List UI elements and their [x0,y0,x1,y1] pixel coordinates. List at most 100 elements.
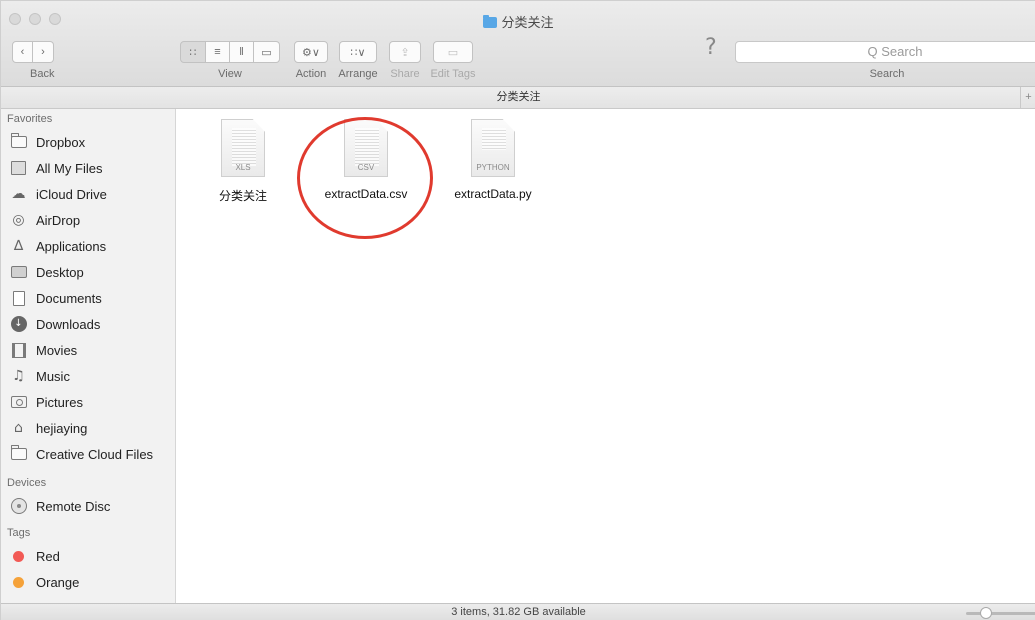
sidebar-item-label: Desktop [36,264,84,280]
back-label: Back [30,68,55,80]
folder-icon [10,445,27,463]
highlight-circle [297,117,433,239]
edit-tags-label: Edit Tags [430,68,476,80]
desktop-icon [10,264,27,281]
window-title: 分类关注 [1,12,1035,31]
tag-icon: ▭ [447,46,459,59]
list-icon: ≡ [214,46,221,58]
coverflow-icon: ▭ [261,46,272,59]
path-bar: 分类关注 + [1,87,1035,109]
sidebar-item-applications[interactable]: ∆ Applications [1,233,175,259]
help-icon[interactable]: ? [705,35,717,60]
sidebar-item-tag-red[interactable]: Red [1,543,175,569]
grid-icon: ∷ [189,46,197,59]
window-title-text: 分类关注 [501,15,554,30]
file-ext: XLS [235,163,251,172]
sidebar: Favorites Dropbox All My Files ☁ iCloud … [1,109,176,603]
xls-file-icon: XLS [221,119,265,177]
edit-tags-button[interactable]: ▭ [433,41,473,63]
tags-header: Tags [7,527,31,539]
sidebar-item-all-my-files[interactable]: All My Files [1,155,175,181]
status-text: 3 items, 31.82 GB available [451,606,586,618]
sidebar-item-tag-orange[interactable]: Orange [1,569,175,595]
sidebar-item-label: Creative Cloud Files [36,446,154,462]
back-button[interactable]: ‹ [12,41,33,63]
cloud-icon: ☁ [11,186,26,202]
sidebar-item-label: Music [36,368,70,384]
sidebar-item-desktop[interactable]: Desktop [1,259,175,285]
disc-icon [10,498,27,515]
icon-size-slider-knob[interactable] [980,607,992,619]
applications-icon: ∆ [13,238,24,254]
airdrop-icon: ◎ [12,212,25,228]
sidebar-item-documents[interactable]: Documents [1,285,175,311]
sidebar-item-music[interactable]: ♫ Music [1,363,175,389]
arrange-group: ∷∨ [339,41,377,63]
search-label: Search [869,68,905,80]
icon-view-button[interactable]: ∷ [180,41,206,63]
arrange-icon: ∷∨ [350,46,366,59]
home-icon: ⌂ [14,420,23,436]
file-name: extractData.py [454,187,532,201]
folder-icon [10,133,27,151]
share-group: ⇪ [389,41,421,63]
share-icon: ⇪ [400,46,410,59]
sidebar-item-downloads[interactable]: ↓ Downloads [1,311,175,337]
python-file-icon: PYTHON [471,119,515,177]
sidebar-item-label: All My Files [36,160,103,176]
sidebar-item-remote-disc[interactable]: Remote Disc [1,493,175,519]
view-buttons: ∷ ≡ ‖ ▭ [180,41,280,63]
sidebar-item-label: Red [36,548,60,564]
folder-icon [483,15,498,28]
gear-icon: ⚙∨ [302,46,320,59]
favorites-header: Favorites [7,113,53,125]
share-button[interactable]: ⇪ [389,41,421,63]
sidebar-item-airdrop[interactable]: ◎ AirDrop [1,207,175,233]
sidebar-item-label: Applications [36,238,107,254]
file-item-python[interactable]: PYTHON extractData.py [443,119,543,201]
action-button[interactable]: ⚙∨ [294,41,328,63]
pictures-icon [10,394,27,411]
file-ext: PYTHON [476,163,510,172]
sidebar-item-icloud-drive[interactable]: ☁ iCloud Drive [1,181,175,207]
sidebar-item-label: AirDrop [36,212,81,228]
movies-icon [10,342,27,359]
sidebar-item-creative-cloud-files[interactable]: Creative Cloud Files [1,441,175,467]
forward-button[interactable]: › [33,41,54,63]
documents-icon [10,290,27,307]
arrange-button[interactable]: ∷∨ [339,41,377,63]
all-files-icon [10,160,27,177]
sidebar-item-label: iCloud Drive [36,186,107,202]
finder-window: 分类关注 ‹ › Back ∷ ≡ ‖ ▭ View ⚙∨ Action ∷∨ … [0,0,1035,620]
sidebar-item-label: Downloads [36,316,101,332]
toolbar-area: 分类关注 ‹ › Back ∷ ≡ ‖ ▭ View ⚙∨ Action ∷∨ … [1,1,1035,87]
devices-header: Devices [7,477,47,489]
sidebar-item-pictures[interactable]: Pictures [1,389,175,415]
sidebar-item-label: Dropbox [36,134,86,150]
nav-buttons: ‹ › [12,41,54,63]
list-view-button[interactable]: ≡ [206,41,230,63]
sidebar-item-label: Documents [36,290,102,306]
action-group: ⚙∨ [294,41,328,63]
music-icon: ♫ [12,368,25,384]
file-item-xls[interactable]: XLS 分类关注 [193,119,293,204]
sidebar-item-label: Orange [36,574,80,590]
action-label: Action [295,68,327,80]
status-bar: 3 items, 31.82 GB available [1,603,1035,620]
orange-tag-icon [10,574,27,591]
edit-tags-group: ▭ [433,41,473,63]
sidebar-item-label: Movies [36,342,78,358]
search-input[interactable]: Q Search [735,41,1035,63]
red-tag-icon [10,548,27,565]
plus-icon[interactable]: + [1020,87,1035,108]
share-label: Share [390,68,420,80]
arrange-label: Arrange [338,68,378,80]
icon-size-slider[interactable] [966,612,1035,615]
coverflow-view-button[interactable]: ▭ [254,41,280,63]
sidebar-item-home[interactable]: ⌂ hejiaying [1,415,175,441]
chevron-left-icon: ‹ [20,46,25,58]
sidebar-item-dropbox[interactable]: Dropbox [1,129,175,155]
sidebar-item-label: Remote Disc [36,498,111,514]
column-view-button[interactable]: ‖ [230,41,254,63]
sidebar-item-movies[interactable]: Movies [1,337,175,363]
